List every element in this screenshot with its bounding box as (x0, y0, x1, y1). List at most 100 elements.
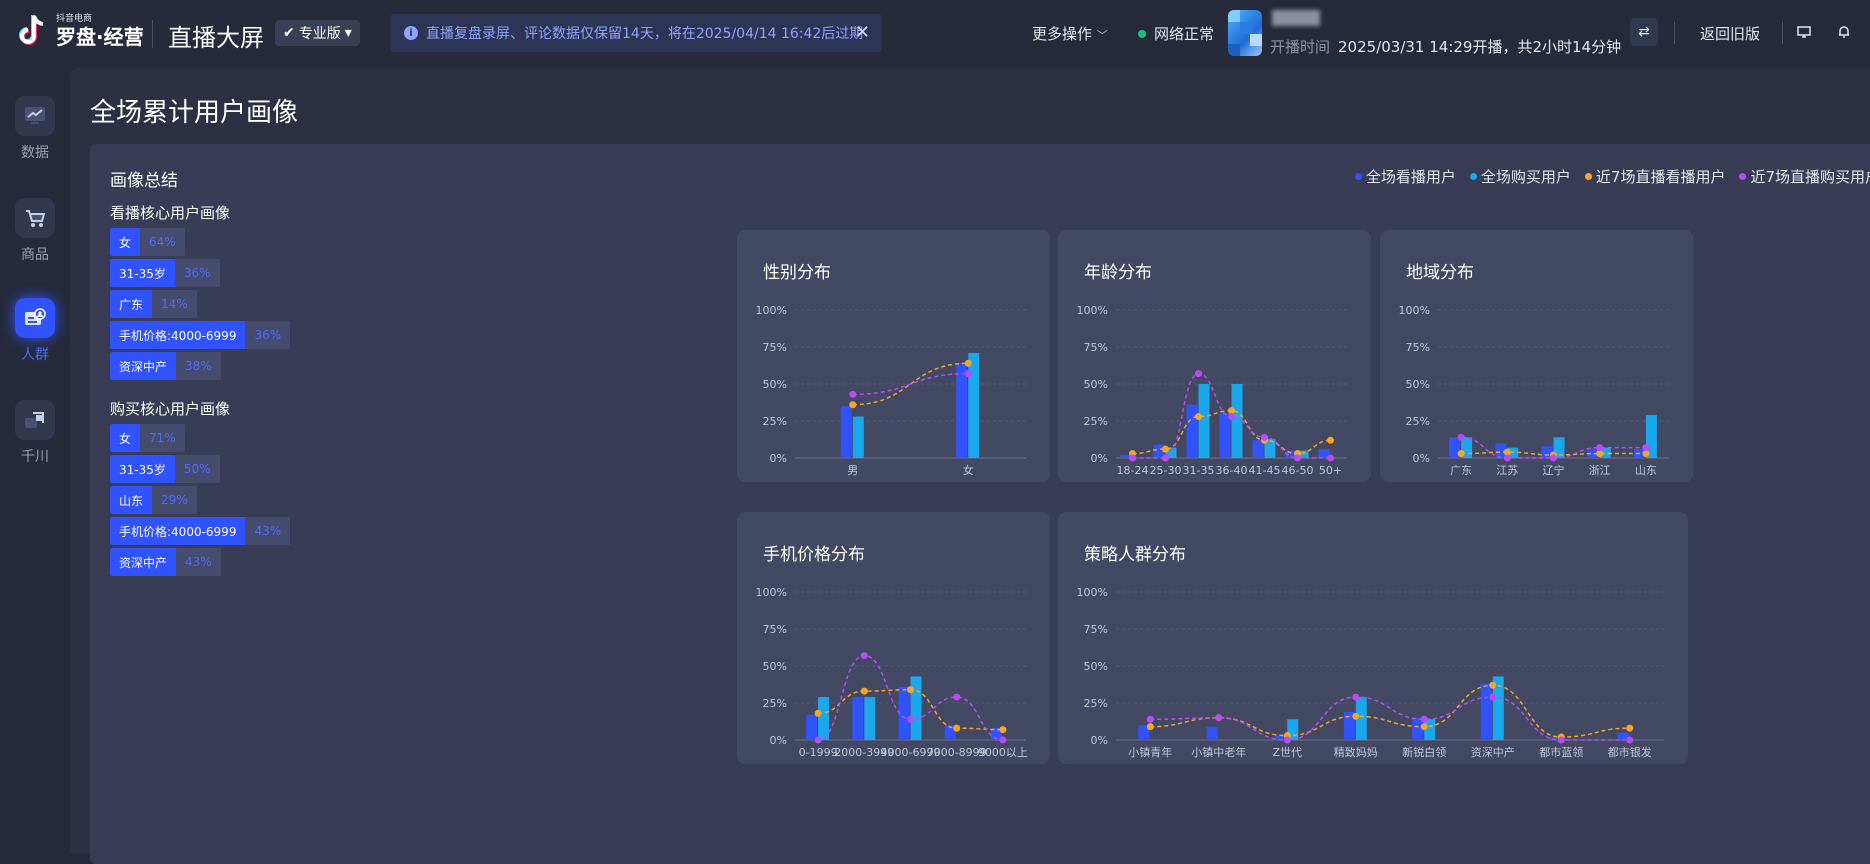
data-point (1215, 714, 1223, 722)
data-point (1294, 454, 1301, 462)
logo-big-text: 罗盘·经营 (56, 25, 144, 49)
y-tick-label: 50% (1084, 660, 1108, 673)
bar (806, 714, 818, 740)
region-chart-card: 地域分布 100% 75% 50% 25% 0% 广东 江苏 辽宁 浙江 山东 (1380, 230, 1693, 482)
legend-label: 全场购买用户 (1480, 168, 1571, 186)
sidebar: 数据 商品 人群 千川 (0, 68, 70, 854)
legend-item[interactable]: 全场看播用户 (1354, 166, 1456, 187)
sidebar-item-label: 商品 (21, 247, 49, 263)
sidebar-item-products[interactable]: 商品 (0, 198, 70, 264)
bar (1231, 384, 1243, 458)
tag-key: 广东 (110, 290, 153, 318)
sidebar-item-audience[interactable]: 人群 (0, 298, 70, 364)
chevron-down-icon: ﹀ (1096, 29, 1108, 42)
y-tick-label: 0% (770, 734, 787, 747)
data-point (953, 693, 961, 701)
tag-key: 31-35岁 (110, 455, 175, 483)
age-chart: 100% 75% 50% 25% 0% 18-24 25-30 31-35 36-40 41-45… (1077, 304, 1347, 477)
legend-item[interactable]: 近7场直播看播用户 (1584, 166, 1726, 187)
y-tick-label: 25% (1406, 415, 1430, 428)
douyin-logo-icon (18, 14, 48, 48)
cart-icon (15, 198, 55, 238)
gender-chart: 100% 75% 50% 25% 0% 男 女 (756, 304, 1026, 477)
data-point (999, 726, 1007, 734)
tag-value: 43% (176, 548, 221, 576)
bell-icon[interactable] (1830, 18, 1858, 46)
portrait-tag: 女 64% (110, 228, 185, 256)
close-icon[interactable]: ✕ (855, 22, 870, 43)
x-tick-label: 都市银发 (1608, 745, 1652, 759)
people-icon (15, 298, 55, 338)
x-tick-label: 小镇中老年 (1191, 745, 1246, 759)
legend-item[interactable]: 全场购买用户 (1469, 166, 1571, 187)
sidebar-item-data[interactable]: 数据 (0, 96, 70, 162)
y-tick-label: 100% (1399, 304, 1430, 317)
bar (1186, 404, 1198, 458)
x-tick-label: 46-50 (1282, 464, 1314, 477)
bar (1206, 726, 1218, 740)
network-status: 网络正常 (1138, 23, 1214, 44)
data-point (814, 736, 822, 744)
tag-key: 资深中产 (110, 352, 177, 380)
watch-core-title: 看播核心用户画像 (110, 204, 231, 222)
portrait-tag: 女 71% (110, 424, 185, 452)
x-tick-label: 18-24 (1117, 464, 1149, 477)
bar (852, 697, 864, 740)
data-point (964, 370, 972, 378)
data-point (1626, 736, 1634, 744)
top-bar: 抖音电商 罗盘·经营 直播大屏 ✔ 专业版 ▾ i 直播复盘录屏、评论数据仅保留… (0, 0, 1870, 68)
y-tick-label: 100% (756, 304, 787, 317)
bar (852, 416, 864, 458)
back-to-old-version-button[interactable]: 返回旧版 (1684, 15, 1776, 51)
portrait-tag: 31-35岁 50% (110, 455, 220, 483)
data-point (1550, 454, 1557, 462)
x-tick-label: 新锐白领 (1402, 745, 1446, 759)
legend-label: 全场看播用户 (1365, 168, 1456, 186)
tag-key: 女 (110, 424, 141, 452)
series-line (1150, 696, 1630, 741)
data-point (1503, 454, 1511, 462)
series-line (852, 372, 969, 396)
tag-key: 女 (110, 228, 141, 256)
buy-core-title: 购买核心用户画像 (110, 400, 231, 418)
x-tick-label: 9000以上 (978, 746, 1028, 759)
data-point (1261, 433, 1268, 441)
x-tick-label: 36-40 (1216, 464, 1248, 477)
legend-label: 近7场直播看播用户 (1595, 168, 1726, 186)
y-tick-label: 0% (770, 452, 787, 465)
more-actions-dropdown[interactable]: 更多操作 ﹀ (1032, 23, 1108, 44)
data-point (1489, 693, 1497, 701)
live-start-info: 开播时间 2025/03/31 14:29开播，共2小时14分钟 (1270, 36, 1621, 57)
logo-divider (152, 20, 153, 48)
tag-value: 64% (140, 228, 185, 256)
x-tick-label: 精致妈妈 (1334, 745, 1378, 759)
x-tick-label: 25-30 (1150, 464, 1182, 477)
check-icon: ✔ (283, 25, 295, 41)
tag-value: 50% (174, 455, 220, 483)
tag-value: 14% (152, 290, 197, 318)
x-tick-label: 都市蓝领 (1539, 745, 1583, 759)
edition-dropdown[interactable]: ✔ 专业版 ▾ (275, 20, 360, 46)
sidebar-item-qianchuan[interactable]: 千川 (0, 400, 70, 466)
data-point (1457, 433, 1465, 441)
switch-icon[interactable]: ⇄ (1630, 18, 1658, 46)
portrait-tag: 资深中产 43% (110, 548, 221, 576)
strategy-crowd-chart: 100% 75% 50% 25% 0% 小镇青年 小镇中老年 Z世代 精致妈妈 新锐白领 资深中产 都… (1077, 586, 1664, 759)
data-point (1327, 436, 1334, 444)
bar (864, 697, 876, 740)
x-tick-label: 女 (963, 463, 974, 477)
x-tick-label: 小镇青年 (1128, 745, 1172, 759)
x-tick-label: 资深中产 (1471, 745, 1515, 759)
legend-dot-icon (1354, 173, 1362, 180)
summary-title: 画像总结 (110, 171, 178, 191)
x-tick-label: 0-1999 (799, 746, 838, 759)
y-tick-label: 100% (1077, 304, 1108, 317)
monitor-icon[interactable] (1790, 18, 1818, 46)
y-tick-label: 75% (763, 623, 787, 636)
y-tick-label: 50% (763, 660, 787, 673)
app-logo[interactable]: 抖音电商 罗盘·经营 (18, 14, 144, 48)
region-chart: 100% 75% 50% 25% 0% 广东 江苏 辽宁 浙江 山东 (1399, 304, 1669, 477)
x-tick-label: 山东 (1635, 464, 1657, 477)
legend-item[interactable]: 近7场直播购买用户 (1739, 166, 1870, 187)
legend-dot-icon (1584, 173, 1592, 180)
